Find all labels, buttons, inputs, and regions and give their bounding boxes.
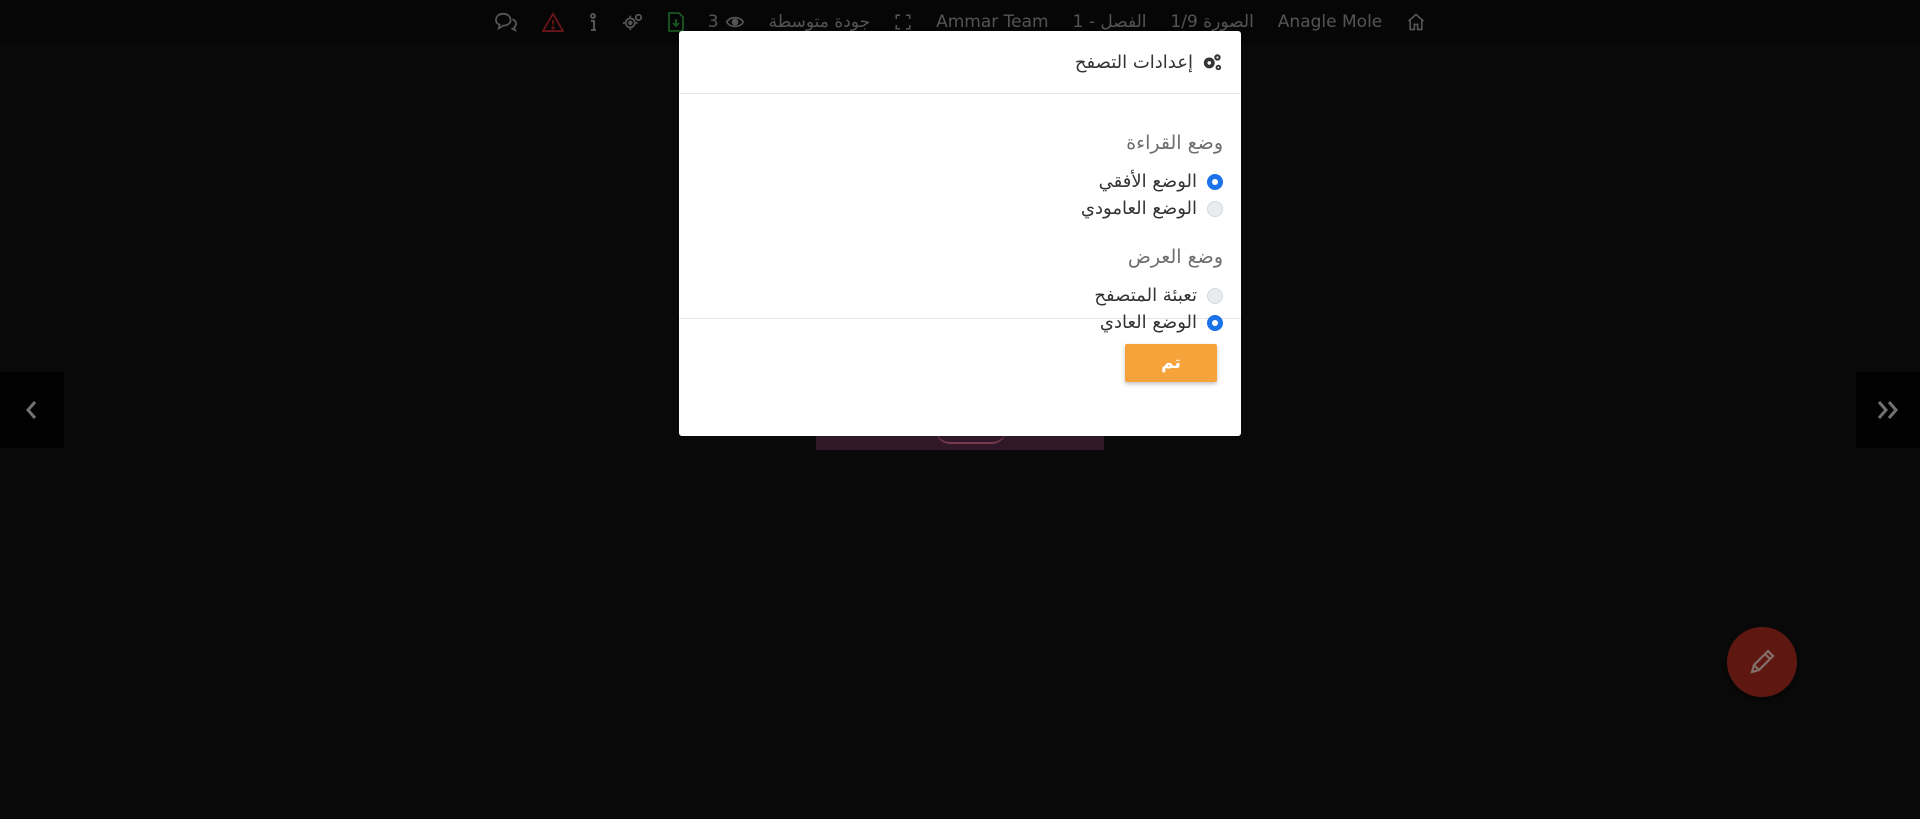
- radio-vertical[interactable]: [1207, 200, 1223, 217]
- radio-fill-browser[interactable]: [1207, 287, 1223, 304]
- display-mode-fill-option[interactable]: تعبئة المتصفح: [697, 282, 1223, 309]
- reading-mode-vertical-option[interactable]: الوضع العامودي: [697, 195, 1223, 222]
- modal-header: إعدادات التصفح: [679, 31, 1241, 94]
- radio-horizontal[interactable]: [1207, 173, 1223, 190]
- radio-fill-browser-label[interactable]: تعبئة المتصفح: [1094, 285, 1197, 306]
- radio-vertical-label[interactable]: الوضع العامودي: [1081, 198, 1197, 219]
- radio-normal[interactable]: [1207, 314, 1223, 331]
- done-button[interactable]: تم: [1125, 344, 1217, 382]
- modal-title: إعدادات التصفح: [1074, 51, 1193, 73]
- reading-mode-title: وضع القراءة: [1126, 132, 1223, 154]
- gears-icon: [1203, 54, 1222, 71]
- browsing-settings-modal: إعدادات التصفح وضع القراءة الوضع الأفقي …: [679, 31, 1241, 436]
- radio-horizontal-label[interactable]: الوضع الأفقي: [1099, 171, 1197, 192]
- display-mode-title: وضع العرض: [1127, 246, 1223, 268]
- reading-mode-horizontal-option[interactable]: الوضع الأفقي: [697, 168, 1223, 195]
- modal-body: وضع القراءة الوضع الأفقي الوضع العامودي …: [679, 94, 1241, 333]
- radio-normal-label[interactable]: الوضع العادي: [1100, 312, 1197, 333]
